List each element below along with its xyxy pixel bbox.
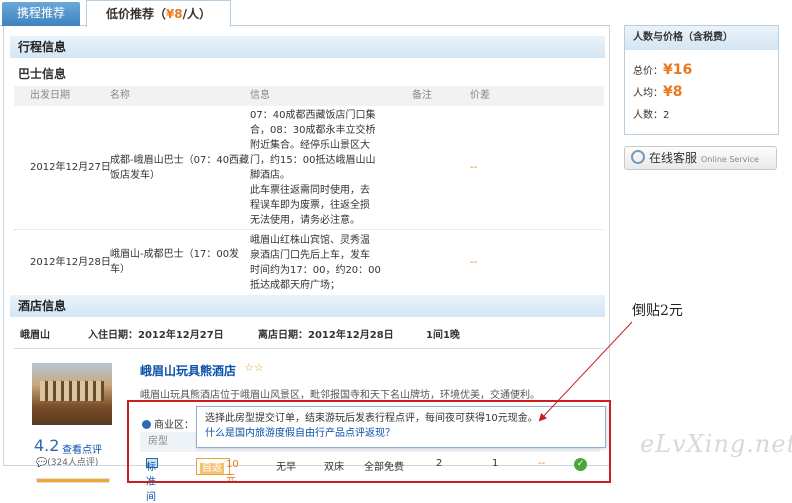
people-count: 人数：2 (633, 106, 669, 121)
online-service-button[interactable]: 在线客服 Online Service (624, 146, 777, 170)
price-panel-title: 人数与价格（含税费） (625, 26, 778, 50)
total-value: ¥16 (663, 62, 693, 78)
people-value: 2 (663, 110, 670, 121)
service-label-en: Online Service (701, 155, 759, 164)
watermark: eLvXing.net (640, 430, 792, 458)
total-price: 总价：¥16 (633, 62, 692, 78)
price-summary-panel: 人数与价格（含税费） 总价：¥16 人均：¥8 人数：2 (624, 25, 779, 135)
people-label: 人数： (633, 110, 663, 121)
avg-label: 人均： (633, 88, 663, 99)
service-label: 在线客服 (649, 151, 698, 165)
avg-value: ¥8 (663, 84, 683, 100)
avg-price: 人均：¥8 (633, 84, 682, 100)
headset-icon (631, 150, 645, 164)
total-label: 总价： (633, 66, 663, 77)
